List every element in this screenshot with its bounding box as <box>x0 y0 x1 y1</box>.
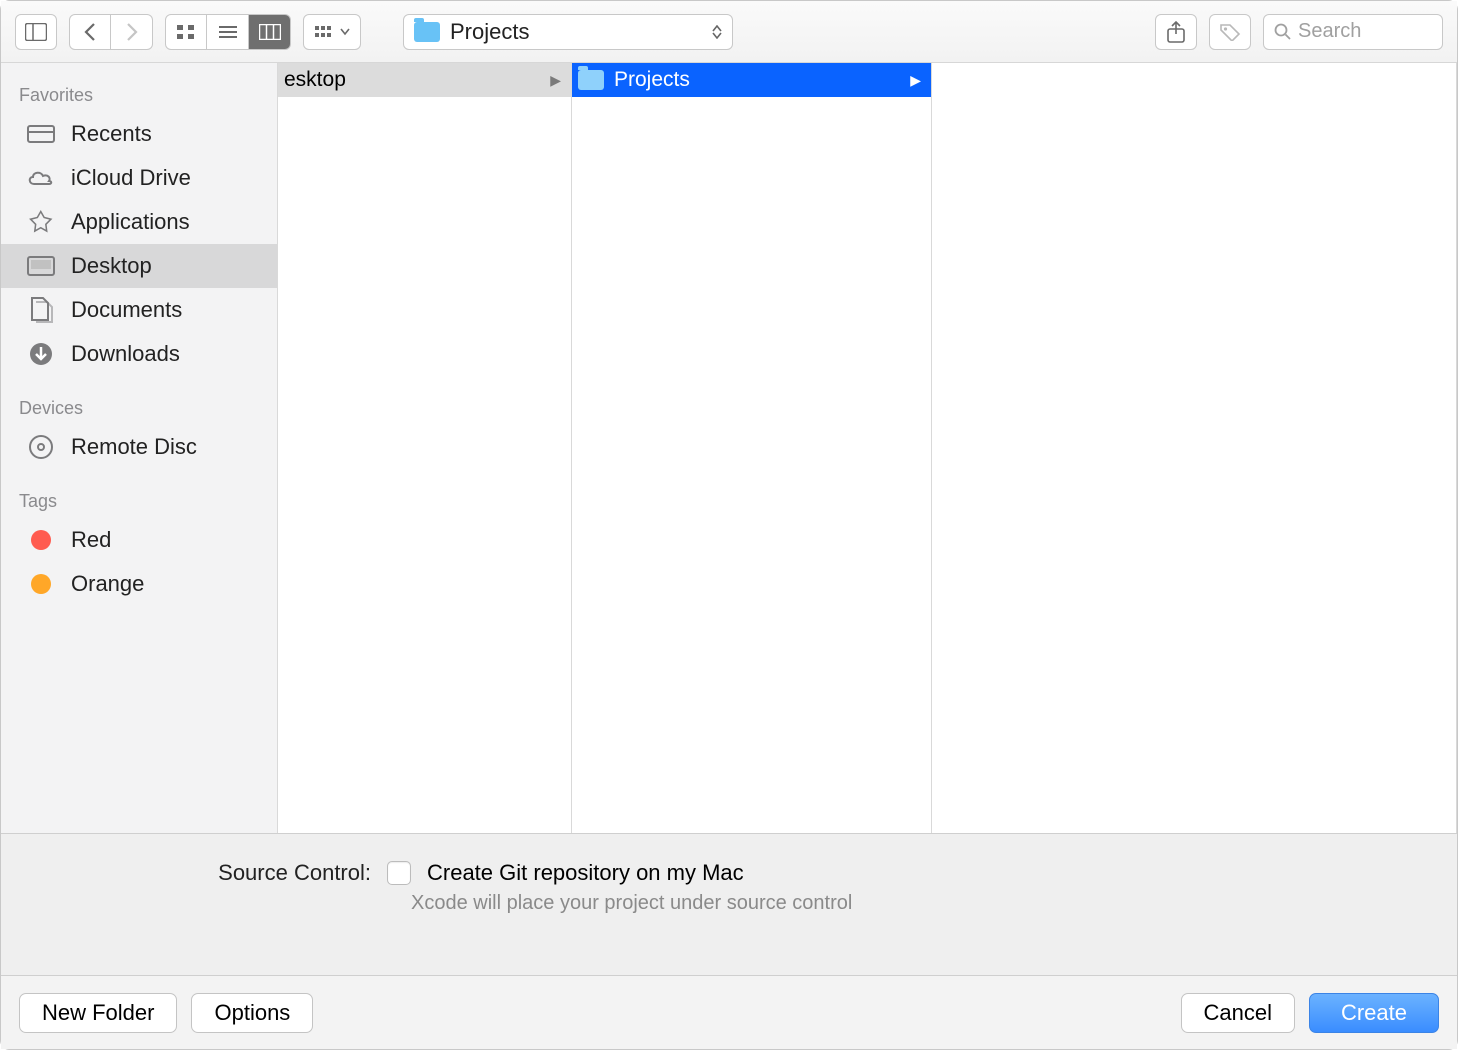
tag-dot-red <box>25 526 57 554</box>
sidebar-item-label: Orange <box>71 571 144 597</box>
arrange-button[interactable] <box>303 14 361 50</box>
share-button[interactable] <box>1155 14 1197 50</box>
bottom-bar: New Folder Options Cancel Create <box>1 975 1457 1049</box>
column-browser: esktop ▶ Projects ▶ <box>278 63 1457 833</box>
sidebar-item-remote-disc[interactable]: Remote Disc <box>1 425 277 469</box>
forward-button[interactable] <box>111 14 153 50</box>
column-1[interactable]: esktop ▶ <box>278 63 572 833</box>
sidebar-item-icloud[interactable]: iCloud Drive <box>1 156 277 200</box>
create-button[interactable]: Create <box>1309 993 1439 1033</box>
chevron-down-icon <box>340 28 350 36</box>
sidebar: Favorites Recents iCloud Drive Applicati… <box>1 63 278 833</box>
toolbar: Projects Search <box>1 1 1457 63</box>
chevron-right-icon: ▶ <box>550 72 561 89</box>
view-mode-group <box>165 14 291 50</box>
updown-icon <box>712 25 722 39</box>
sidebar-item-label: Desktop <box>71 253 152 279</box>
sidebar-header-devices: Devices <box>1 392 277 425</box>
sidebar-item-label: iCloud Drive <box>71 165 191 191</box>
arrange-group <box>303 14 361 50</box>
applications-icon <box>25 208 57 236</box>
sidebar-item-desktop[interactable]: Desktop <box>1 244 277 288</box>
documents-icon <box>25 296 57 324</box>
sidebar-item-label: Applications <box>71 209 190 235</box>
folder-icon <box>414 22 440 42</box>
desktop-icon <box>25 252 57 280</box>
nav-group <box>69 14 153 50</box>
cancel-button[interactable]: Cancel <box>1181 993 1295 1033</box>
sidebar-header-favorites: Favorites <box>1 79 277 112</box>
column-2[interactable]: Projects ▶ <box>572 63 932 833</box>
path-label: Projects <box>450 19 702 45</box>
sidebar-header-tags: Tags <box>1 485 277 518</box>
sidebar-item-label: Recents <box>71 121 152 147</box>
git-checkbox[interactable] <box>387 861 411 885</box>
search-placeholder: Search <box>1298 20 1361 43</box>
sidebar-item-label: Remote Disc <box>71 434 197 460</box>
list-icon <box>218 24 238 40</box>
path-popup[interactable]: Projects <box>403 14 733 50</box>
sidebar-icon <box>25 23 47 41</box>
arrange-icon <box>314 25 336 39</box>
sidebar-item-tag-red[interactable]: Red <box>1 518 277 562</box>
chevron-left-icon <box>83 22 97 42</box>
recents-icon <box>25 120 57 148</box>
new-folder-button[interactable]: New Folder <box>19 993 177 1033</box>
source-control-label: Source Control: <box>31 860 371 886</box>
chevron-right-icon: ▶ <box>910 72 921 89</box>
search-icon <box>1274 23 1292 41</box>
columns-icon <box>259 24 281 40</box>
sidebar-item-applications[interactable]: Applications <box>1 200 277 244</box>
sidebar-item-label: Documents <box>71 297 182 323</box>
view-icons-button[interactable] <box>165 14 207 50</box>
tag-icon <box>1219 23 1241 41</box>
share-icon <box>1167 21 1185 43</box>
share-group <box>1155 14 1197 50</box>
tag-dot-orange <box>25 570 57 598</box>
search-field[interactable]: Search <box>1263 14 1443 50</box>
source-control-description: Xcode will place your project under sour… <box>411 892 1427 915</box>
git-checkbox-label: Create Git repository on my Mac <box>427 860 744 886</box>
sidebar-item-label: Red <box>71 527 111 553</box>
disc-icon <box>25 433 57 461</box>
grid-icon <box>176 24 196 40</box>
main-area: Favorites Recents iCloud Drive Applicati… <box>1 63 1457 833</box>
view-columns-button[interactable] <box>249 14 291 50</box>
sidebar-toggle-group <box>15 14 57 50</box>
back-button[interactable] <box>69 14 111 50</box>
sidebar-item-label: Downloads <box>71 341 180 367</box>
tags-button[interactable] <box>1209 14 1251 50</box>
sidebar-item-documents[interactable]: Documents <box>1 288 277 332</box>
sidebar-item-downloads[interactable]: Downloads <box>1 332 277 376</box>
sidebar-item-recents[interactable]: Recents <box>1 112 277 156</box>
column-row-projects[interactable]: Projects ▶ <box>572 63 931 97</box>
source-control-panel: Source Control: Create Git repository on… <box>1 833 1457 975</box>
row-label: Projects <box>614 68 900 92</box>
folder-icon <box>578 70 604 90</box>
icloud-icon <box>25 164 57 192</box>
view-list-button[interactable] <box>207 14 249 50</box>
row-label: esktop <box>284 68 540 92</box>
chevron-right-icon <box>125 22 139 42</box>
sidebar-item-tag-orange[interactable]: Orange <box>1 562 277 606</box>
toggle-sidebar-button[interactable] <box>15 14 57 50</box>
downloads-icon <box>25 340 57 368</box>
tags-group <box>1209 14 1251 50</box>
options-button[interactable]: Options <box>191 993 313 1033</box>
column-row-desktop[interactable]: esktop ▶ <box>278 63 571 97</box>
column-3[interactable] <box>932 63 1457 833</box>
